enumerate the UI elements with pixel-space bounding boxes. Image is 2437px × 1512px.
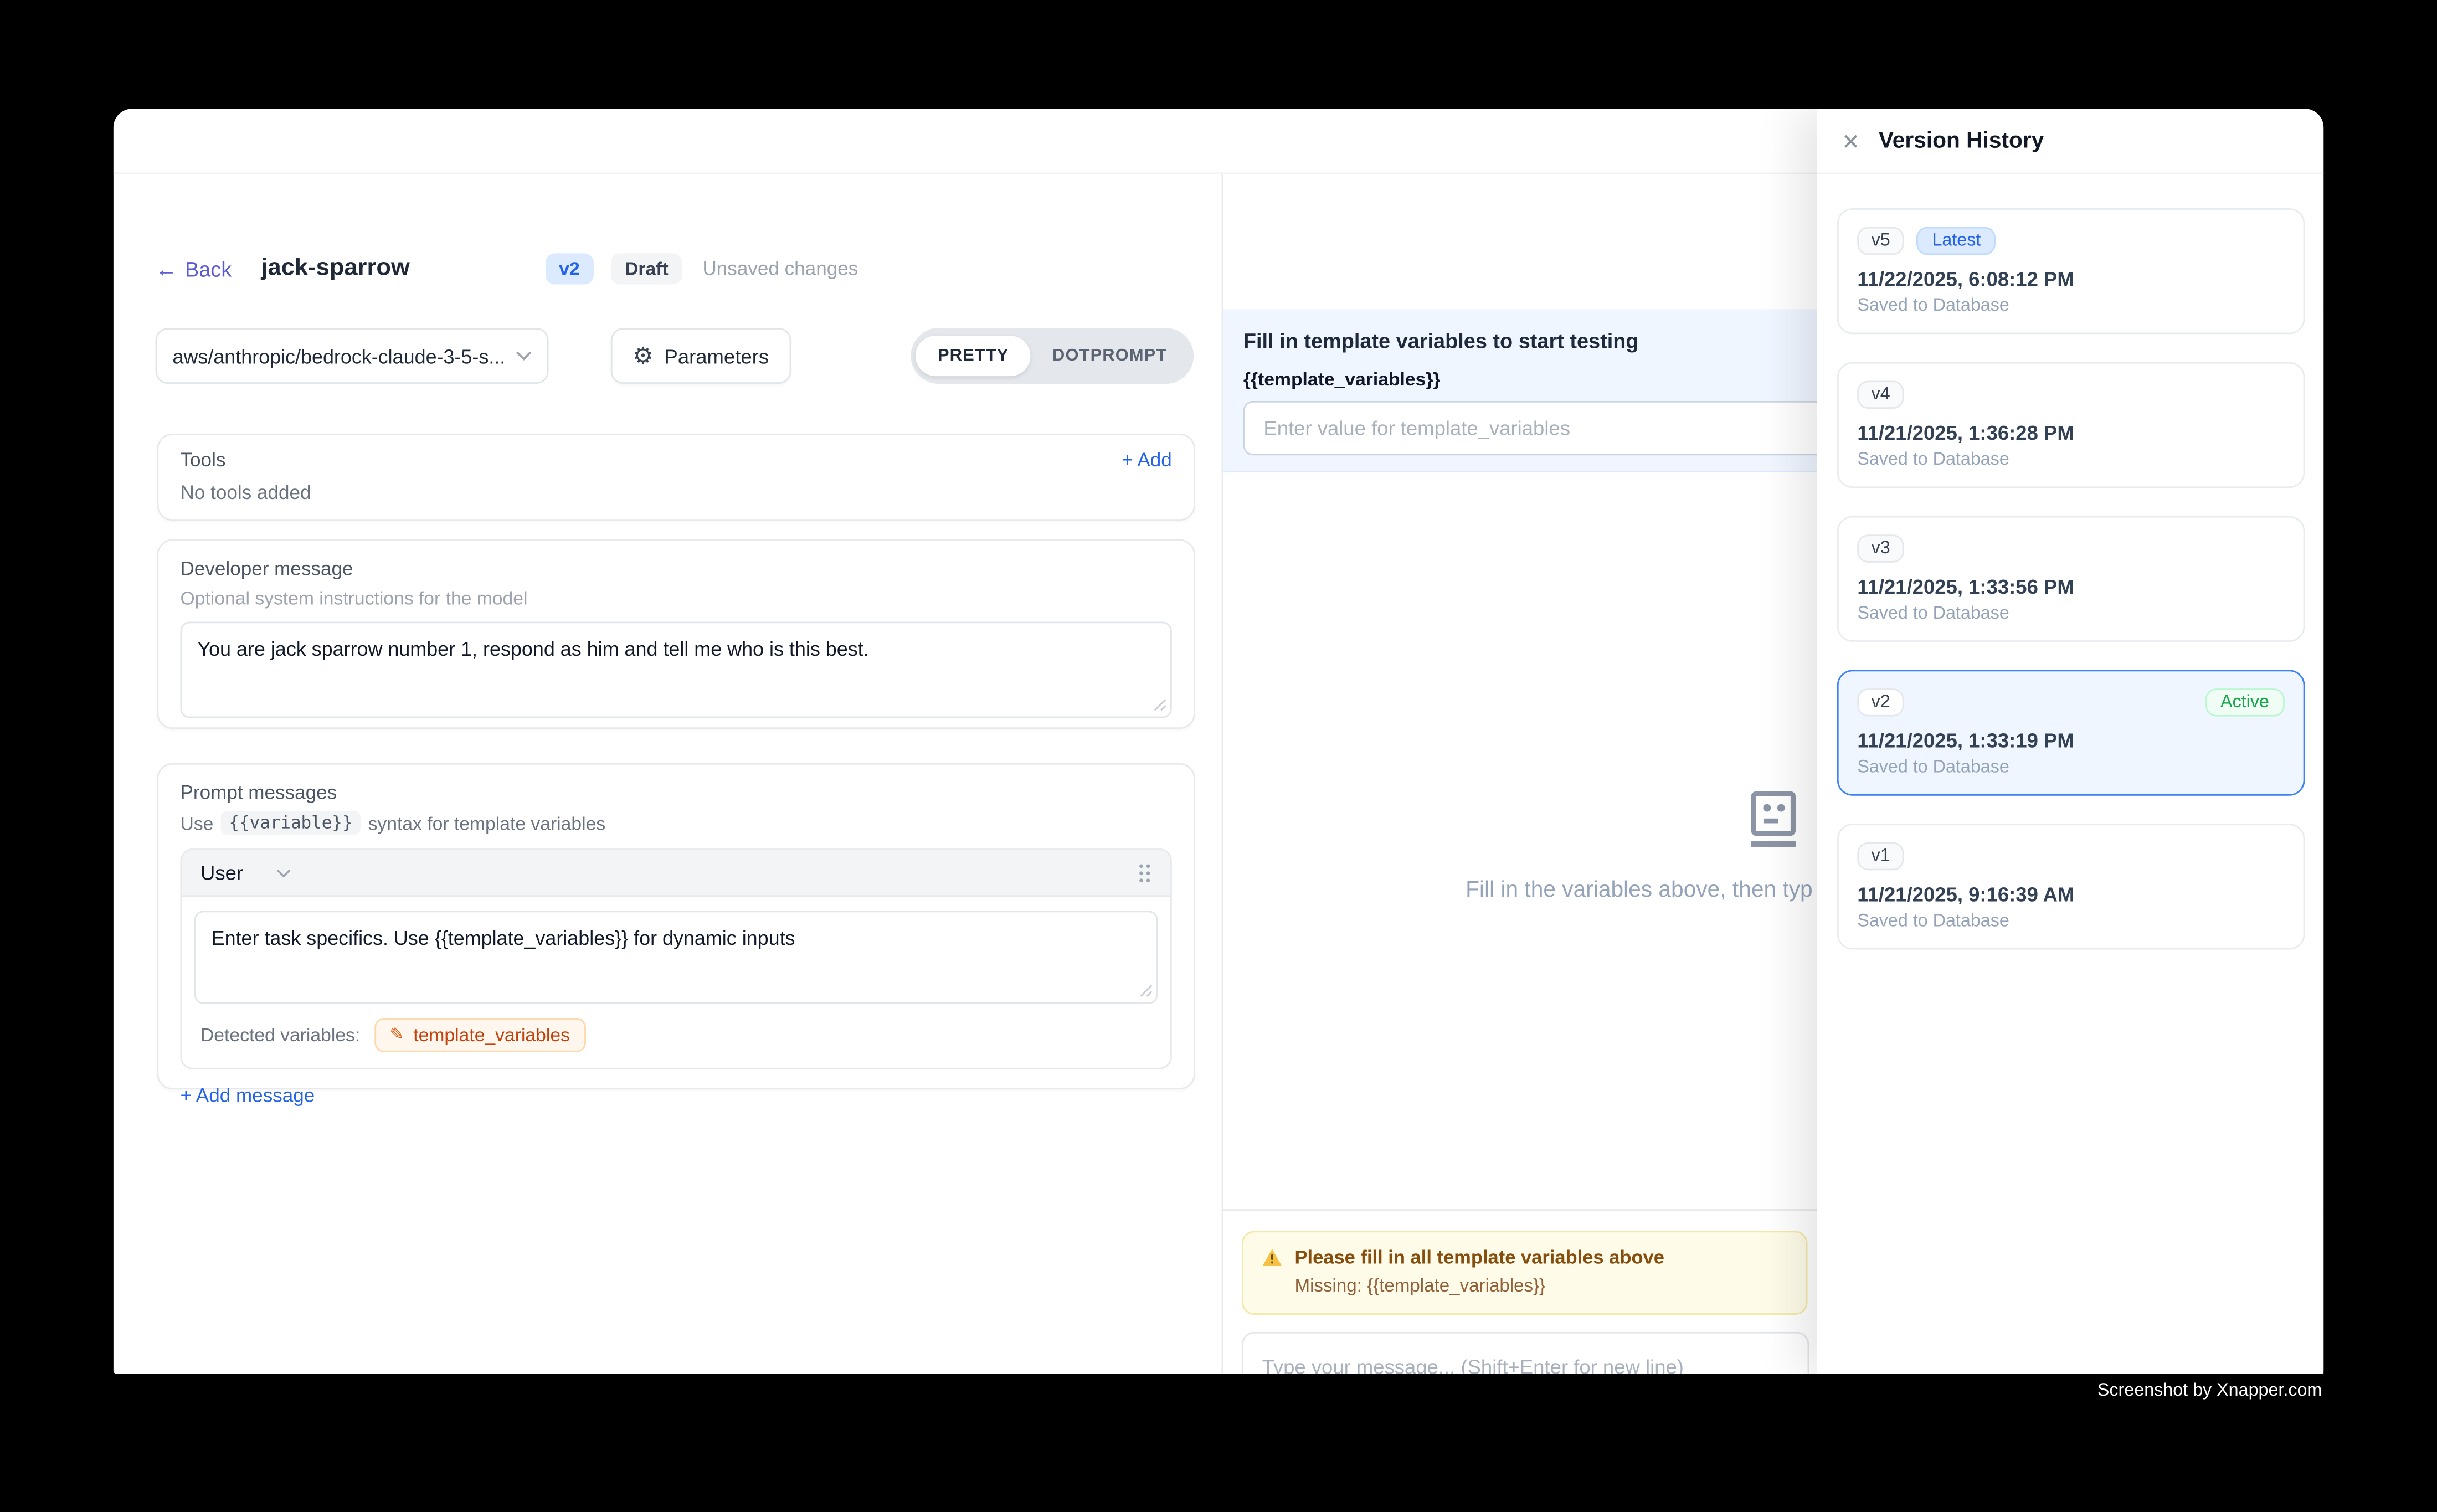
editor-toolbar: aws/anthropic/bedrock-claude-3-5-s... ⚙ … [156,328,1194,384]
version-list: v5 Latest 11/22/2025, 6:08:12 PM Saved t… [1817,174,2323,949]
message-block: User Enter task specifics. Use {{templat… [181,848,1172,1069]
version-status: Saved to Database [1857,451,2285,470]
page-title: jack-sparrow [261,255,409,283]
prompt-messages-title: Prompt messages [181,781,1172,803]
developer-message-subtitle: Optional system instructions for the mod… [181,588,1172,609]
format-toggle: PRETTY DOTPROMPT [911,328,1194,384]
version-date: 11/21/2025, 1:33:56 PM [1857,575,2285,598]
version-date: 11/22/2025, 6:08:12 PM [1857,268,2285,291]
prompt-message-textarea[interactable]: Enter task specifics. Use {{template_var… [194,911,1158,1004]
version-card-v4[interactable]: v4 11/21/2025, 1:36:28 PM Saved to Datab… [1837,362,2305,488]
detected-variables-row: Detected variables: ✎ template_variables [194,1018,1158,1052]
hint-prefix: Use [181,812,214,834]
warning-detail: Missing: {{template_variables}} [1294,1274,1787,1296]
version-date: 11/21/2025, 1:33:19 PM [1857,729,2285,752]
version-status: Saved to Database [1857,912,2285,931]
variable-syntax-chip: {{variable}} [221,811,360,835]
tools-title: Tools [181,449,226,471]
add-tool-button[interactable]: + Add [1122,449,1172,471]
version-badge: v2 [545,253,594,285]
chevron-down-icon [516,351,532,361]
version-status: Saved to Database [1857,297,2285,316]
version-card-v2-active[interactable]: v2 Active 11/21/2025, 1:33:19 PM Saved t… [1837,670,2305,795]
tools-empty-text: No tools added [181,482,1172,503]
model-selector-value: aws/anthropic/bedrock-claude-3-5-s... [172,344,506,368]
developer-message-card: Developer message Optional system instru… [157,539,1195,729]
version-history-header: ✕ Version History [1817,109,2323,174]
developer-message-title: Developer message [181,558,1172,579]
prompt-messages-hint: Use {{variable}} syntax for template var… [181,811,1172,835]
warning-icon [1262,1248,1282,1267]
back-arrow-icon: ← [156,258,177,280]
robot-icon [1742,790,1804,852]
model-selector[interactable]: aws/anthropic/bedrock-claude-3-5-s... [156,328,549,384]
message-role-label: User [200,861,243,884]
version-card-v3[interactable]: v3 11/21/2025, 1:33:56 PM Saved to Datab… [1837,516,2305,642]
chat-message-input[interactable] [1242,1332,1809,1374]
message-role-selector[interactable]: User [200,861,291,884]
version-status: Saved to Database [1857,605,2285,624]
version-chip: v4 [1857,380,1904,409]
tab-dotprompt[interactable]: DOTPROMPT [1031,336,1189,376]
version-card-v5[interactable]: v5 Latest 11/22/2025, 6:08:12 PM Saved t… [1837,208,2305,334]
message-header: User [182,850,1170,897]
tools-card: Tools + Add No tools added [157,434,1195,521]
warning-title: Please fill in all template variables ab… [1294,1247,1664,1268]
back-label: Back [185,257,232,280]
developer-message-textarea[interactable]: You are jack sparrow number 1, respond a… [181,621,1172,718]
version-date: 11/21/2025, 9:16:39 AM [1857,883,2285,906]
gear-icon: ⚙ [633,344,654,368]
chevron-down-icon [277,868,291,877]
prompt-messages-card: Prompt messages Use {{variable}} syntax … [157,763,1195,1089]
version-status: Saved to Database [1857,758,2285,777]
pencil-icon: ✎ [390,1026,404,1043]
latest-badge: Latest [1916,227,1996,255]
back-button[interactable]: ← Back [156,257,232,280]
watermark-text: Screenshot by Xnapper.com [2097,1382,2322,1401]
screenshot-stage: ← Back jack-sparrow v2 Draft Unsaved cha… [0,0,2437,1512]
detected-variables-label: Detected variables: [200,1024,360,1046]
detected-variable-name: template_variables [413,1024,570,1046]
draft-badge: Draft [611,253,682,285]
template-warning-banner: Please fill in all template variables ab… [1242,1231,1807,1315]
version-chip: v2 [1857,688,1904,717]
parameters-label: Parameters [664,344,769,368]
prompt-header-row: ← Back jack-sparrow v2 Draft Unsaved cha… [156,250,858,287]
version-chip: v1 [1857,842,1904,871]
version-card-v1[interactable]: v1 11/21/2025, 9:16:39 AM Saved to Datab… [1837,824,2305,949]
tab-pretty[interactable]: PRETTY [916,336,1031,376]
version-chip: v5 [1857,227,1904,255]
version-history-panel: ✕ Version History v5 Latest 11/22/2025, … [1817,109,2323,1374]
empty-state-text: Fill in the variables above, then typ [1466,878,1813,903]
hint-suffix: syntax for template variables [368,812,606,834]
add-message-button[interactable]: + Add message [181,1085,315,1107]
parameters-button[interactable]: ⚙ Parameters [611,328,791,384]
message-body: Enter task specifics. Use {{template_var… [182,897,1170,1068]
detected-variable-chip[interactable]: ✎ template_variables [374,1018,586,1052]
unsaved-changes-label: Unsaved changes [702,258,858,280]
version-date: 11/21/2025, 1:36:28 PM [1857,421,2285,444]
active-badge: Active [2205,688,2285,717]
drag-handle-icon[interactable] [1138,862,1151,882]
template-variable-input[interactable] [1243,401,1862,455]
version-chip: v3 [1857,534,1904,563]
close-icon[interactable]: ✕ [1842,130,1860,151]
version-history-title: Version History [1879,128,2044,153]
